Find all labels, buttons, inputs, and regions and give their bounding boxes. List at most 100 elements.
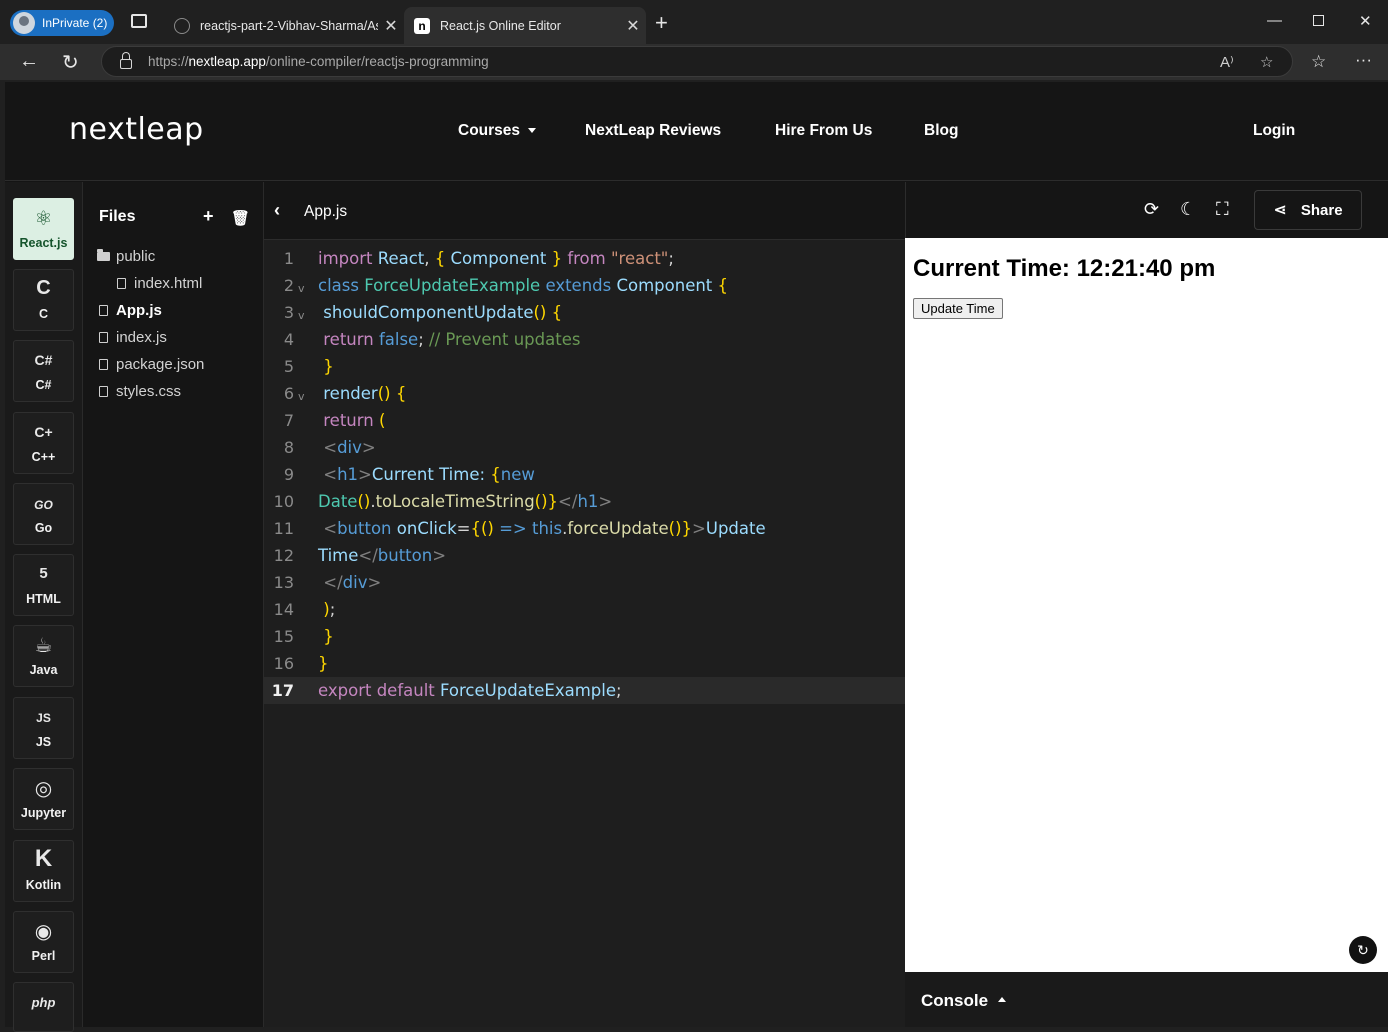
nav-courses[interactable]: Courses [458, 122, 537, 140]
code-line: 5 } [283, 357, 334, 376]
update-time-button[interactable]: Update Time [913, 298, 1003, 319]
refresh-icon[interactable]: ↻ [1349, 936, 1377, 964]
share-button[interactable]: ⋖ Share [1254, 190, 1362, 230]
tab-github[interactable]: reactjs-part-2-Vibhav-Sharma/Assignment … [164, 7, 404, 44]
tree-folder-public[interactable]: public [97, 248, 155, 265]
console-panel[interactable]: Console [905, 972, 1388, 1027]
collapse-chevron-icon[interactable]: ‹ [274, 200, 280, 221]
code-line: 8 <div> [283, 438, 376, 457]
lang-html[interactable]: 5 HTML [13, 554, 74, 616]
php-icon: php [31, 995, 56, 1010]
tree-file-package-json[interactable]: package.json [99, 356, 204, 373]
minimize-icon[interactable]: — [1267, 12, 1282, 29]
tree-file-styles-css[interactable]: styles.css [99, 383, 181, 400]
editor-header: ‹ App.js [264, 182, 905, 240]
lang-php[interactable]: php [13, 982, 74, 1032]
code-line: 12 Time</button> [273, 546, 447, 565]
lang-java[interactable]: ☕ Java [13, 625, 74, 687]
console-toggle[interactable]: Console [921, 991, 1007, 1011]
code-editor[interactable]: 1 import React, { Component } from "react… [264, 240, 905, 1027]
code-line: 16} [273, 654, 329, 673]
code-text: import React, { Component } from "react"… [318, 249, 674, 268]
java-icon: ☕ [34, 635, 53, 657]
code-line: 9 <h1>Current Time: {new [283, 465, 535, 484]
go-icon: GO [34, 498, 53, 512]
nav-hire[interactable]: Hire From Us [775, 122, 872, 140]
inprivate-badge[interactable]: InPrivate (2) [10, 10, 114, 36]
delete-file-icon[interactable]: 🗑 [231, 209, 250, 227]
lock-icon [120, 51, 132, 69]
code-line: 11 <button onClick={() => this.forceUpda… [273, 519, 766, 538]
read-aloud-icon[interactable]: A⁾ [1220, 53, 1234, 71]
tab-react-editor[interactable]: n React.js Online Editor ✕ [404, 7, 646, 44]
add-file-icon[interactable]: + [203, 206, 214, 227]
lang-c[interactable]: CC [13, 269, 74, 331]
lang-jupyter[interactable]: ◎ Jupyter [13, 768, 74, 830]
lang-csharp[interactable]: C# C# [13, 340, 74, 402]
reload-preview-icon[interactable]: ⟳ [1144, 199, 1159, 220]
login-link[interactable]: Login [1253, 122, 1295, 140]
lang-js[interactable]: JS JS [13, 697, 74, 759]
back-arrow-icon[interactable]: ← [19, 50, 39, 73]
maximize-icon[interactable] [1313, 15, 1324, 26]
code-line-current: 17 export default ForceUpdateExample; [264, 677, 905, 704]
c-icon: C [36, 277, 51, 299]
nav-blog[interactable]: Blog [924, 122, 958, 140]
browser-window: InPrivate (2) reactjs-part-2-Vibhav-Shar… [0, 0, 1388, 1032]
fold-chevron-icon: v [298, 309, 305, 322]
language-rail: ⚛ React.js CC C# C# C+ C++ GO Go 5 HTML ☕ Java… [5, 182, 83, 1032]
url-text: https://nextleap.app/online-compiler/rea… [148, 54, 489, 69]
folder-icon [97, 249, 110, 261]
web-page: nextleap Courses NextLeap Reviews Hire F… [5, 82, 1388, 1032]
file-icon [117, 278, 126, 289]
address-bar[interactable]: https://nextleap.app/online-compiler/rea… [101, 46, 1293, 77]
lang-cpp[interactable]: C+ C++ [13, 412, 74, 474]
editor-filename: App.js [304, 203, 348, 220]
share-icon: ⋖ [1273, 202, 1287, 219]
close-tab-icon[interactable]: ✕ [378, 16, 404, 36]
perl-icon: ◉ [34, 921, 53, 943]
nav-reviews[interactable]: NextLeap Reviews [585, 122, 721, 140]
refresh-icon[interactable]: ↻ [62, 50, 79, 75]
fold-chevron-icon: v [298, 282, 305, 295]
html5-icon: 5 [39, 565, 48, 582]
fullscreen-icon[interactable]: ⛶ [1216, 199, 1229, 220]
code-line: 13 </div> [273, 573, 382, 592]
tree-file-index-html[interactable]: index.html [117, 275, 202, 292]
file-icon [99, 332, 108, 343]
dark-mode-moon-icon[interactable]: ☾ [1180, 199, 1196, 220]
lang-kotlin[interactable]: K Kotlin [13, 840, 74, 902]
nextleap-favicon-icon: n [414, 17, 430, 34]
files-panel: Files + 🗑 public index.html App.js index… [83, 182, 264, 1027]
preview-pane: Current Time: 12:21:40 pm Update Time ↻ [905, 238, 1388, 972]
site-header: nextleap Courses NextLeap Reviews Hire F… [5, 82, 1388, 181]
tab-actions-icon[interactable] [131, 14, 147, 28]
code-line: 14 ); [273, 600, 336, 619]
files-title: Files [99, 208, 136, 225]
code-line: 1 import React, { Component } from "react… [283, 249, 674, 268]
chevron-down-icon [528, 128, 537, 134]
lang-go[interactable]: GO Go [13, 483, 74, 545]
lang-reactjs[interactable]: ⚛ React.js [13, 198, 74, 260]
chevron-up-icon [998, 997, 1007, 1003]
code-line: 15 } [273, 627, 334, 646]
new-tab-icon[interactable]: + [655, 10, 668, 36]
code-line: 3v shouldComponentUpdate() { [283, 303, 563, 322]
close-tab-icon[interactable]: ✕ [620, 16, 646, 36]
js-icon: JS [36, 711, 51, 725]
favorite-star-icon[interactable]: ☆ [1260, 53, 1273, 71]
favorites-icon[interactable]: ☆ [1311, 52, 1326, 72]
code-line: 10 Date().toLocaleTimeString()}</h1> [273, 492, 613, 511]
tree-file-index-js[interactable]: index.js [99, 329, 167, 346]
tree-file-app-js[interactable]: App.js [99, 302, 162, 319]
browser-toolbar: ← ↻ https://nextleap.app/online-compiler… [0, 44, 1388, 80]
file-icon [99, 359, 108, 370]
nextleap-logo[interactable]: nextleap [69, 112, 204, 147]
tab-title: React.js Online Editor [440, 18, 561, 33]
lang-perl[interactable]: ◉ Perl [13, 911, 74, 973]
window-close-icon[interactable]: ✕ [1359, 12, 1372, 30]
more-menu-icon[interactable]: ··· [1355, 50, 1372, 70]
jupyter-icon: ◎ [34, 778, 53, 800]
preview-header: ⟳ ☾ ⛶ ⋖ Share [905, 182, 1388, 238]
inprivate-label: InPrivate (2) [42, 16, 108, 30]
